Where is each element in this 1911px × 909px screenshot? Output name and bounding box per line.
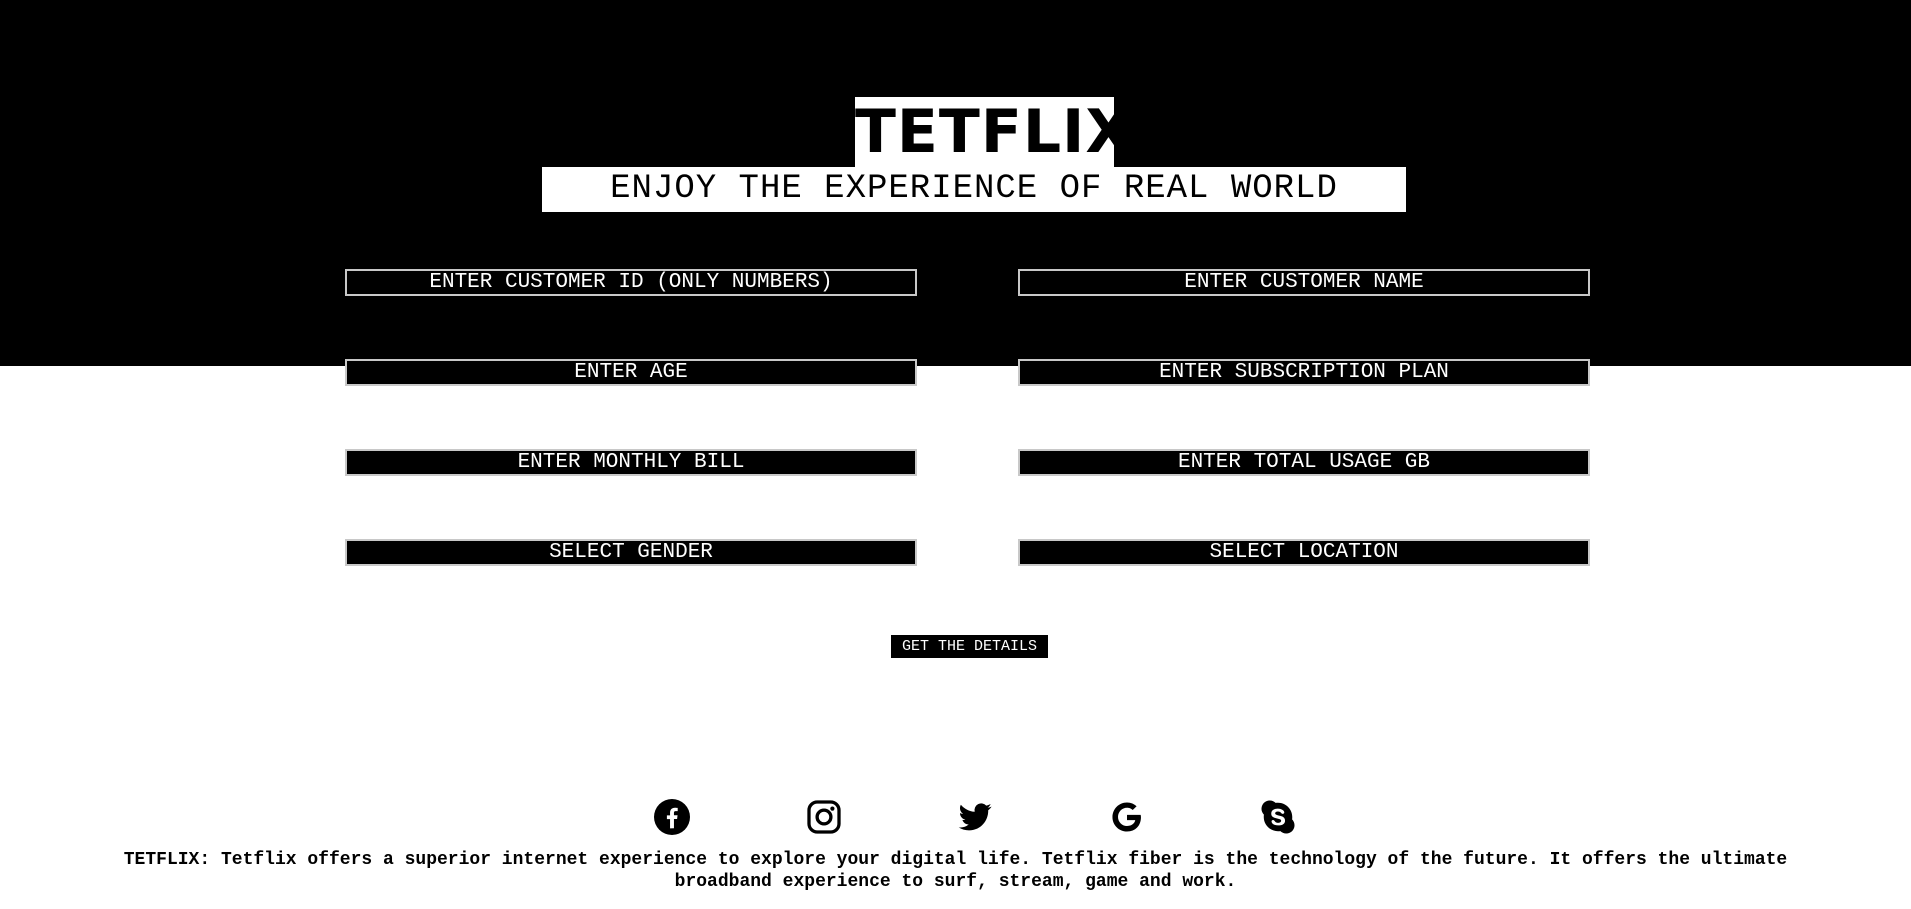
skype-icon[interactable] <box>1260 799 1296 835</box>
twitter-icon[interactable] <box>957 799 993 835</box>
monthly-bill-input[interactable] <box>345 449 917 476</box>
total-usage-input[interactable] <box>1018 449 1590 476</box>
facebook-icon[interactable] <box>654 799 690 835</box>
brand-title: TETFLIX <box>855 97 1133 167</box>
subscription-plan-input[interactable] <box>1018 359 1590 386</box>
gender-select[interactable]: SELECT GENDER <box>345 539 917 566</box>
customer-id-input[interactable] <box>345 269 917 296</box>
instagram-icon[interactable] <box>806 799 842 835</box>
get-details-button[interactable]: GET THE DETAILS <box>891 635 1048 658</box>
customer-name-input[interactable] <box>1018 269 1590 296</box>
footer-description: TETFLIX: Tetflix offers a superior inter… <box>123 850 1788 892</box>
location-select[interactable]: SELECT LOCATION <box>1018 539 1590 566</box>
age-input[interactable] <box>345 359 917 386</box>
google-icon[interactable] <box>1109 799 1145 835</box>
tagline: ENJOY THE EXPERIENCE OF REAL WORLD <box>542 167 1406 212</box>
